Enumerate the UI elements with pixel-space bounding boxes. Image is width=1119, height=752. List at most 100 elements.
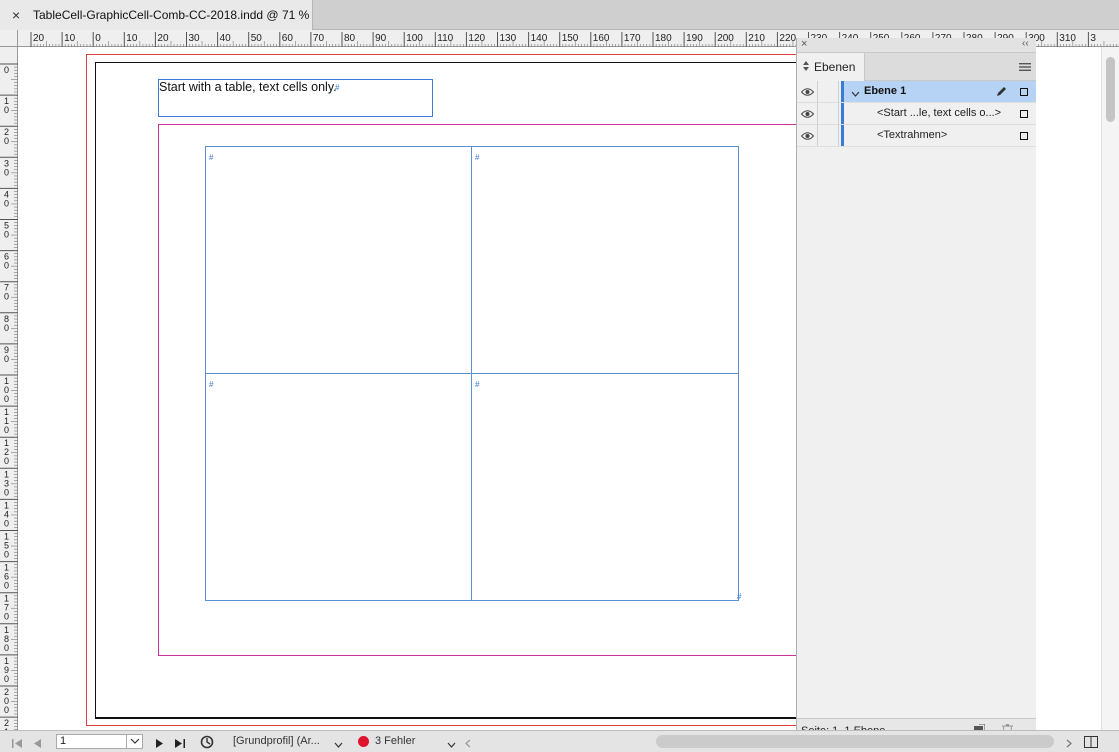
- ruler-label: 0: [4, 550, 9, 560]
- document-tab-bar: × TableCell-GraphicCell-Comb-CC-2018.ind…: [0, 0, 1119, 30]
- ruler-label: 0: [4, 292, 9, 302]
- ruler-label: 140: [531, 33, 548, 44]
- visibility-eye-icon[interactable]: [800, 86, 815, 100]
- table-cell[interactable]: #: [472, 147, 738, 374]
- visibility-eye-icon[interactable]: [800, 108, 815, 122]
- ruler-label: 10: [64, 33, 76, 44]
- ruler-label: 0: [4, 425, 9, 435]
- ruler-label: 0: [4, 261, 9, 271]
- ruler-label: 70: [313, 33, 325, 44]
- document-tab-title: TableCell-GraphicCell-Comb-CC-2018.indd …: [33, 8, 310, 22]
- ruler-label: 40: [220, 33, 232, 44]
- ruler-label: 110: [437, 33, 453, 44]
- ruler-label: 20: [157, 33, 169, 44]
- chevron-down-icon[interactable]: [851, 87, 860, 101]
- select-square-icon[interactable]: [1020, 88, 1028, 96]
- ruler-label: 310: [1059, 33, 1076, 44]
- ruler-label: 80: [344, 33, 356, 44]
- ruler-label: 0: [4, 354, 9, 364]
- layer-row-textrahmen[interactable]: <Textrahmen>: [797, 125, 1036, 147]
- ruler-label: 0: [4, 705, 9, 715]
- select-square-icon[interactable]: [1020, 110, 1028, 118]
- cell-end-marker: #: [475, 380, 480, 389]
- preflight-profile-icon[interactable]: [200, 735, 214, 752]
- panel-menu-icon[interactable]: [1019, 61, 1031, 75]
- layer-item-name: <Start ...le, text cells o...>: [877, 107, 1002, 119]
- ruler-label: 0: [4, 581, 9, 591]
- updown-arrows-icon: [803, 60, 809, 75]
- ruler-label: 0: [4, 643, 9, 653]
- layer-item-name: <Textrahmen>: [877, 129, 948, 141]
- ruler-label: 100: [406, 33, 423, 44]
- cell-end-marker: #: [475, 153, 480, 162]
- lock-toggle-cell[interactable]: [817, 103, 839, 124]
- ruler-origin-corner[interactable]: [0, 30, 18, 47]
- cell-end-marker: #: [209, 380, 214, 389]
- layer-row-ebene-1[interactable]: Ebene 1: [797, 81, 1036, 103]
- scroll-left-icon[interactable]: [465, 737, 471, 751]
- ruler-label: 180: [655, 33, 672, 44]
- horizontal-scroll-thumb[interactable]: [656, 735, 1054, 748]
- vertical-scroll-thumb[interactable]: [1106, 57, 1115, 122]
- panel-title-strip: × ‹‹: [797, 38, 1036, 53]
- ruler-label: 60: [282, 33, 294, 44]
- document-tab[interactable]: × TableCell-GraphicCell-Comb-CC-2018.ind…: [0, 0, 313, 30]
- page-number-field[interactable]: 1: [56, 734, 143, 749]
- ruler-label: 0: [4, 612, 9, 622]
- ruler-label: 0: [95, 33, 101, 44]
- chevron-down-icon[interactable]: [334, 738, 343, 752]
- preflight-profile-label[interactable]: [Grundprofil] (Ar...: [233, 735, 320, 747]
- panel-header: Ebenen: [797, 53, 1036, 81]
- previous-page-icon[interactable]: [34, 737, 41, 751]
- ruler-label: 200: [717, 33, 734, 44]
- ruler-label: 3: [1090, 33, 1096, 44]
- collapse-panel-icon[interactable]: ‹‹: [1022, 38, 1029, 49]
- ruler-label: 0: [4, 456, 9, 466]
- first-page-icon[interactable]: [12, 737, 23, 751]
- text-frame[interactable]: Start with a table, text cells only. #: [158, 79, 433, 117]
- visibility-eye-icon[interactable]: [800, 130, 815, 144]
- next-page-icon[interactable]: [156, 737, 163, 751]
- vertical-ruler[interactable]: 0102030405060708090100110120130140150160…: [0, 47, 18, 730]
- last-page-icon[interactable]: [175, 737, 186, 751]
- chevron-down-icon[interactable]: [447, 738, 456, 752]
- ruler-label: 90: [375, 33, 387, 44]
- chevron-down-icon[interactable]: [126, 734, 142, 749]
- lock-toggle-cell[interactable]: [817, 125, 839, 146]
- error-dot-icon: [358, 736, 369, 747]
- ruler-label: 0: [4, 394, 9, 404]
- ruler-label: 150: [562, 33, 579, 44]
- ruler-label: 0: [4, 487, 9, 497]
- text-frame-content: Start with a table, text cells only.: [159, 80, 337, 94]
- ruler-label: 0: [4, 65, 9, 75]
- close-tab-icon[interactable]: ×: [12, 7, 20, 23]
- tab-layers[interactable]: Ebenen: [797, 53, 865, 81]
- layer-color-tab: [841, 103, 844, 124]
- ruler-label: 130: [500, 33, 517, 44]
- ruler-label: 0: [4, 323, 9, 333]
- ruler-label: 50: [251, 33, 263, 44]
- table-frame[interactable]: # # # #: [205, 146, 739, 601]
- ruler-label: 160: [593, 33, 610, 44]
- layer-color-tab: [841, 81, 844, 102]
- lock-toggle-cell[interactable]: [817, 81, 839, 102]
- status-bar: 1 [Grundprofil] (Ar... 3 Fehler: [0, 730, 1119, 752]
- layer-row-start-text[interactable]: <Start ...le, text cells o...>: [797, 103, 1036, 125]
- table-cell[interactable]: #: [206, 147, 472, 374]
- select-square-icon[interactable]: [1020, 132, 1028, 140]
- ruler-label: 120: [468, 33, 485, 44]
- close-panel-icon[interactable]: ×: [801, 38, 807, 50]
- ruler-label: 0: [4, 674, 9, 684]
- table-end-marker: #: [737, 592, 742, 601]
- ruler-label: 0: [4, 136, 9, 146]
- scroll-right-icon[interactable]: [1066, 737, 1072, 751]
- split-view-icon[interactable]: [1084, 736, 1098, 751]
- ruler-label: 170: [624, 33, 641, 44]
- layers-panel: × ‹‹ Ebenen Ebene 1 <Start ...le, text c…: [796, 38, 1036, 743]
- error-count[interactable]: 3 Fehler: [375, 735, 415, 747]
- ruler-label: 0: [4, 230, 9, 240]
- vertical-scrollbar[interactable]: [1101, 47, 1119, 730]
- ruler-label: 0: [4, 198, 9, 208]
- table-cell[interactable]: #: [472, 374, 738, 600]
- table-cell[interactable]: #: [206, 374, 472, 600]
